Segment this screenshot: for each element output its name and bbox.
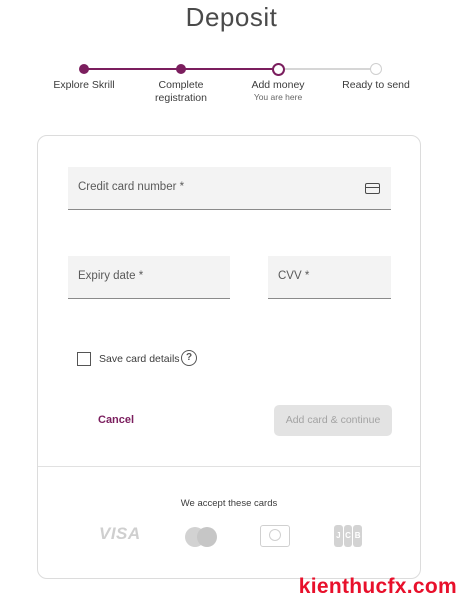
watermark: kienthucfx.com	[298, 575, 457, 598]
step-label-add-money-text: Add money	[251, 79, 305, 91]
progress-stepper: Explore Skrill Complete registration Add…	[0, 60, 463, 110]
stepper-remaining-line	[279, 68, 376, 70]
add-card-continue-button[interactable]: Add card & continue	[274, 405, 392, 436]
step-dot-add-money	[272, 62, 285, 76]
step-current-note: You are here	[253, 92, 303, 102]
step-label-explore: Explore Skrill	[53, 79, 115, 91]
cancel-button[interactable]: Cancel	[98, 414, 134, 426]
jcb-letter-b: B	[353, 525, 363, 547]
jcb-letter-c: C	[343, 525, 353, 547]
visa-icon: VISA	[99, 524, 141, 543]
diners-club-icon	[260, 525, 290, 547]
help-icon[interactable]: ?	[181, 350, 197, 366]
page-title: Deposit	[185, 2, 278, 32]
credit-card-icon	[365, 183, 380, 194]
step-dot-ready	[370, 63, 382, 75]
jcb-letter-j: J	[334, 525, 343, 547]
mastercard-right-circle	[197, 527, 217, 547]
mastercard-icon	[185, 527, 217, 547]
expiry-date-input[interactable]: Expiry date *	[68, 256, 230, 299]
cvv-input[interactable]: CVV *	[268, 256, 391, 299]
step-dot-explore	[79, 64, 89, 74]
cvv-label: CVV *	[278, 270, 310, 282]
save-card-label[interactable]: Save card details	[99, 353, 180, 365]
credit-card-number-input[interactable]: Credit card number *	[68, 167, 391, 210]
expiry-date-label: Expiry date *	[78, 270, 144, 282]
jcb-icon: J C B	[334, 525, 363, 547]
accepted-cards-heading: We accept these cards	[180, 498, 278, 509]
payment-card-form: Credit card number * Expiry date * CVV *…	[37, 135, 421, 579]
step-dot-registration	[176, 64, 186, 74]
save-card-checkbox[interactable]	[77, 352, 91, 366]
step-label-add-money: Add money You are here	[233, 79, 323, 103]
step-label-ready: Ready to send	[342, 79, 410, 91]
divider	[38, 466, 420, 467]
step-label-registration: Complete registration	[155, 79, 207, 104]
credit-card-number-label: Credit card number *	[78, 181, 185, 193]
